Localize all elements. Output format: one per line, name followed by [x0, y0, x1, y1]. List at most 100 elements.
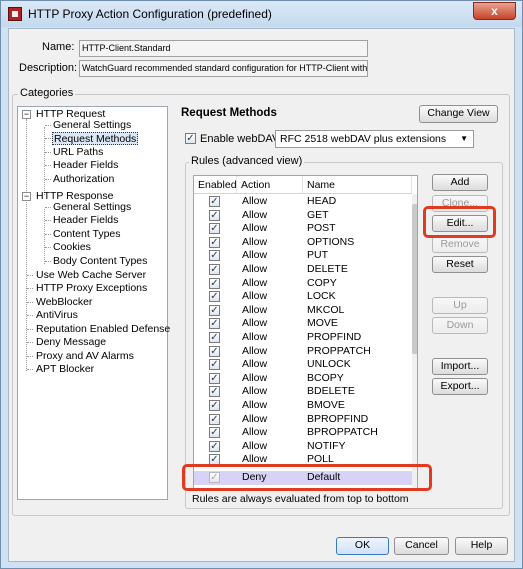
- rule-row[interactable]: ✓ Allow LOCK: [194, 290, 412, 304]
- rule-enabled-checkbox[interactable]: ✓: [209, 359, 220, 371]
- tree-item-response-header-fields[interactable]: Header Fields: [53, 214, 118, 227]
- rule-enabled-checkbox[interactable]: ✓: [209, 372, 220, 384]
- ok-button[interactable]: OK: [336, 537, 389, 555]
- move-up-button[interactable]: Up: [432, 297, 488, 314]
- tree-item-request-methods[interactable]: Request Methods: [52, 132, 139, 145]
- tree-item-content-types[interactable]: Content Types: [53, 228, 121, 241]
- tree-item-proxy-exceptions[interactable]: HTTP Proxy Exceptions: [36, 282, 147, 295]
- rule-enabled-checkbox[interactable]: ✓: [209, 318, 220, 330]
- rule-enabled-checkbox[interactable]: ✓: [209, 427, 220, 439]
- import-button[interactable]: Import...: [432, 358, 488, 375]
- rule-name: MKCOL: [307, 303, 345, 316]
- tree-item-response-general-settings[interactable]: General Settings: [53, 201, 131, 214]
- tree-item-reputation-defense[interactable]: Reputation Enabled Defense: [36, 323, 170, 336]
- column-action[interactable]: Action: [237, 176, 303, 194]
- rule-row[interactable]: ✓ Allow NOTIFY: [194, 440, 412, 454]
- rule-name: UNLOCK: [307, 358, 351, 371]
- reset-button[interactable]: Reset: [432, 256, 488, 273]
- tree-item-antivirus[interactable]: AntiVirus: [36, 309, 78, 322]
- rule-action: Allow: [242, 412, 268, 425]
- rule-row[interactable]: ✓ Allow PROPPATCH: [194, 345, 412, 359]
- close-button[interactable]: x: [473, 2, 516, 20]
- chevron-down-icon: ▼: [460, 134, 468, 143]
- remove-button[interactable]: Remove: [432, 236, 488, 253]
- rule-row[interactable]: ✓ Allow MKCOL: [194, 304, 412, 318]
- cancel-button[interactable]: Cancel: [394, 537, 449, 555]
- tree-item-body-content-types[interactable]: Body Content Types: [53, 255, 147, 268]
- rule-enabled-checkbox[interactable]: ✓: [209, 345, 220, 357]
- rule-enabled-checkbox[interactable]: ✓: [209, 332, 220, 343]
- add-button[interactable]: Add: [432, 174, 488, 191]
- rule-row[interactable]: ✓ Allow HEAD: [194, 195, 412, 209]
- rule-action: Allow: [242, 290, 268, 303]
- collapse-response-icon[interactable]: −: [22, 192, 31, 201]
- rule-row[interactable]: ✓ Allow PUT: [194, 249, 412, 263]
- rule-name: POLL: [307, 453, 334, 466]
- move-down-button[interactable]: Down: [432, 317, 488, 334]
- rule-row[interactable]: ✓ Allow DELETE: [194, 263, 412, 277]
- rule-row[interactable]: ✓ Allow OPTIONS: [194, 236, 412, 250]
- description-field[interactable]: WatchGuard recommended standard configur…: [79, 60, 368, 77]
- rule-name: LOCK: [307, 290, 336, 303]
- clone-button[interactable]: Clone...: [432, 195, 488, 212]
- rule-enabled-checkbox[interactable]: ✓: [209, 223, 220, 235]
- change-view-button[interactable]: Change View: [419, 105, 498, 123]
- column-name[interactable]: Name: [303, 176, 412, 194]
- default-rule-row[interactable]: ✓ Deny Default: [194, 471, 412, 485]
- enable-webdav-checkbox[interactable]: ✓: [185, 133, 196, 144]
- rule-enabled-checkbox[interactable]: ✓: [209, 454, 220, 466]
- tree-item-web-cache-server[interactable]: Use Web Cache Server: [36, 269, 146, 282]
- rule-enabled-checkbox[interactable]: ✓: [209, 250, 220, 262]
- rule-name: BPROPFIND: [307, 412, 369, 425]
- tree-item-url-paths[interactable]: URL Paths: [53, 146, 103, 159]
- rule-enabled-checkbox[interactable]: ✓: [209, 236, 220, 248]
- tree-item-apt-blocker[interactable]: APT Blocker: [36, 363, 94, 376]
- column-enabled[interactable]: Enabled: [194, 176, 237, 194]
- rule-row[interactable]: ✓ Allow PROPFIND: [194, 331, 412, 345]
- export-button[interactable]: Export...: [432, 378, 488, 395]
- rule-row[interactable]: ✓ Allow BPROPFIND: [194, 413, 412, 427]
- tree-item-deny-message[interactable]: Deny Message: [36, 336, 106, 349]
- rule-name: DELETE: [307, 263, 348, 275]
- rule-row[interactable]: ✓ Allow POLL: [194, 453, 412, 467]
- rule-row[interactable]: ✓ Allow UNLOCK: [194, 358, 412, 372]
- rule-row[interactable]: ✓ Allow GET: [194, 209, 412, 223]
- rule-enabled-checkbox[interactable]: ✓: [209, 413, 220, 425]
- rules-title: Rules (advanced view): [189, 155, 305, 167]
- collapse-request-icon[interactable]: −: [22, 110, 31, 119]
- rule-action: Allow: [242, 276, 268, 289]
- rule-action: Allow: [242, 344, 268, 357]
- rule-row[interactable]: ✓ Allow BCOPY: [194, 372, 412, 386]
- rule-enabled-checkbox[interactable]: ✓: [209, 386, 220, 398]
- rule-row[interactable]: ✓ Allow BMOVE: [194, 399, 412, 413]
- tree-item-request-general-settings[interactable]: General Settings: [53, 119, 131, 132]
- tree-item-proxy-av-alarms[interactable]: Proxy and AV Alarms: [36, 350, 134, 363]
- rule-action: Allow: [242, 317, 268, 330]
- rules-scrollbar[interactable]: [412, 194, 417, 488]
- webdav-mode-select[interactable]: RFC 2518 webDAV plus extensions ▼: [275, 130, 474, 148]
- rule-enabled-checkbox[interactable]: ✓: [209, 209, 220, 221]
- edit-button[interactable]: Edit...: [432, 215, 488, 232]
- rules-table: Enabled Action Name ✓ Allow HEAD ✓ Allow GET ✓…: [193, 175, 418, 489]
- rule-enabled-checkbox[interactable]: ✓: [209, 400, 220, 411]
- rule-enabled-checkbox[interactable]: ✓: [209, 277, 220, 289]
- rule-row[interactable]: ✓ Allow POST: [194, 222, 412, 236]
- rule-row[interactable]: ✓ Allow COPY: [194, 277, 412, 291]
- rule-enabled-checkbox[interactable]: ✓: [209, 196, 220, 207]
- tree-item-cookies[interactable]: Cookies: [53, 241, 91, 254]
- rule-enabled-checkbox[interactable]: ✓: [209, 291, 220, 303]
- scrollbar-thumb[interactable]: [412, 204, 417, 354]
- rule-row[interactable]: ✓ Allow BDELETE: [194, 385, 412, 399]
- rule-enabled-checkbox[interactable]: ✓: [209, 472, 220, 483]
- rule-row[interactable]: ✓ Allow BPROPPATCH: [194, 426, 412, 440]
- tree-item-webblocker[interactable]: WebBlocker: [36, 296, 92, 309]
- name-field[interactable]: HTTP-Client.Standard: [79, 40, 368, 57]
- rule-enabled-checkbox[interactable]: ✓: [209, 304, 220, 316]
- title-bar[interactable]: HTTP Proxy Action Configuration (predefi…: [1, 1, 522, 27]
- tree-item-request-header-fields[interactable]: Header Fields: [53, 159, 118, 172]
- tree-item-authorization[interactable]: Authorization: [53, 173, 114, 186]
- rule-row[interactable]: ✓ Allow MOVE: [194, 317, 412, 331]
- rule-enabled-checkbox[interactable]: ✓: [209, 264, 220, 275]
- help-button[interactable]: Help: [455, 537, 508, 555]
- rule-enabled-checkbox[interactable]: ✓: [209, 440, 220, 452]
